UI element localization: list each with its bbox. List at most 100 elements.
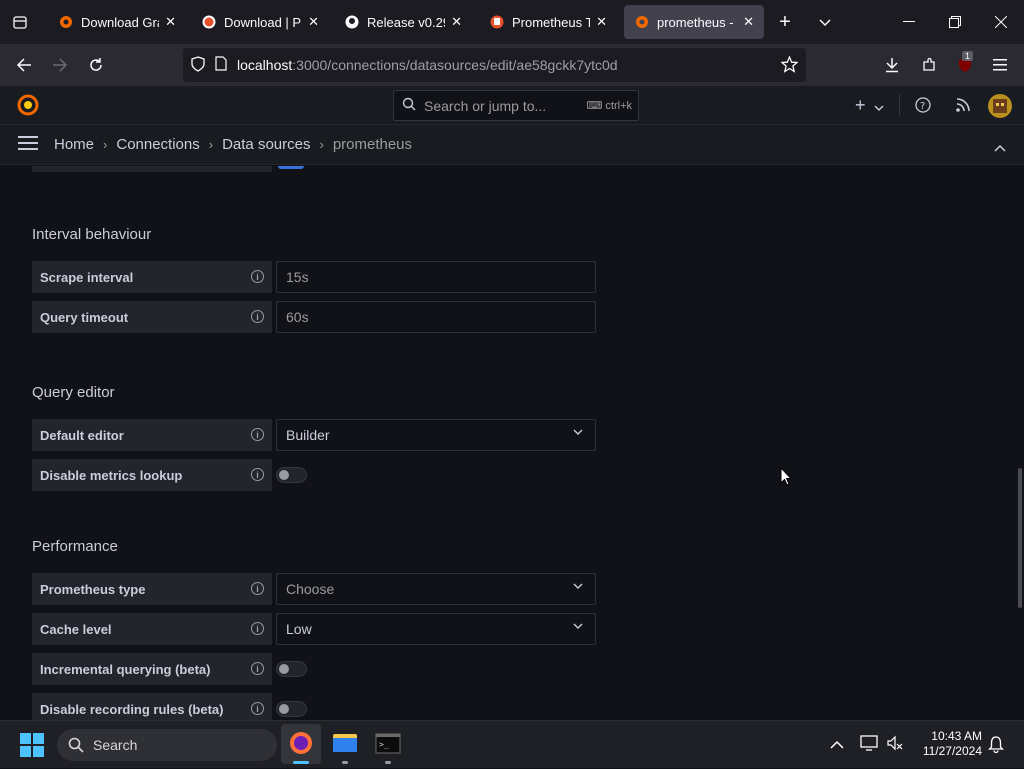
forward-icon[interactable]	[45, 50, 75, 80]
search-bar[interactable]: Search or jump to... ⌨ ctrl+k	[393, 90, 639, 121]
close-tab-icon[interactable]: ✕	[743, 14, 754, 30]
help-icon[interactable]: ?	[915, 97, 931, 118]
prometheus-type-select[interactable]: Choose	[276, 573, 596, 605]
back-icon[interactable]	[9, 50, 39, 80]
bookmark-star-icon[interactable]	[780, 55, 799, 76]
default-editor-select[interactable]: Builder	[276, 419, 596, 451]
menu-hamburger-icon[interactable]	[18, 135, 38, 154]
svg-text:>_: >_	[379, 740, 389, 749]
breadcrumb-home[interactable]: Home	[54, 136, 94, 153]
taskbar-search-box[interactable]: Search	[57, 729, 277, 761]
datasource-settings-content: Interval behaviour Scrape interval i 15s …	[0, 166, 1024, 720]
field-disable-recording-rules: Disable recording rules (beta) i	[32, 693, 596, 720]
taskbar-file-explorer[interactable]	[325, 724, 365, 764]
breadcrumb-connections[interactable]: Connections	[116, 136, 199, 153]
tab-prometheus-tinfoil[interactable]: Prometheus Tin ✕	[479, 5, 617, 39]
url-host: localhost	[237, 57, 293, 73]
network-volume-icon[interactable]	[886, 735, 904, 756]
taskbar-terminal[interactable]: >_	[368, 724, 408, 764]
downloads-icon[interactable]	[877, 50, 907, 80]
info-icon[interactable]: i	[251, 270, 264, 283]
section-title-query-editor: Query editor	[32, 384, 115, 401]
show-hidden-icons-chevron-icon[interactable]	[830, 737, 844, 755]
query-timeout-input[interactable]: 60s	[276, 301, 596, 333]
display-monitor-icon[interactable]	[860, 735, 878, 756]
tab-label: Download | Pror	[224, 14, 302, 30]
taskbar-search-label: Search	[93, 737, 138, 753]
url-path: :3000/connections/datasources/edit/ae58g…	[292, 57, 618, 73]
browser-nav-bar: localhost:3000/connections/datasources/e…	[0, 44, 1024, 86]
close-tab-icon[interactable]: ✕	[451, 14, 462, 30]
toggle-knob	[279, 704, 289, 714]
info-icon[interactable]: i	[251, 622, 264, 635]
field-label: Disable metrics lookup i	[32, 459, 272, 491]
minimize-icon[interactable]	[886, 0, 932, 44]
search-icon	[402, 97, 416, 114]
close-tab-icon[interactable]: ✕	[308, 14, 319, 30]
tab-download-grafana[interactable]: Download Grafa ✕	[48, 5, 186, 39]
toggle-knob	[279, 470, 289, 480]
field-label: Disable recording rules (beta) i	[32, 693, 272, 720]
taskbar-firefox[interactable]	[281, 724, 321, 764]
grafana-favicon-icon	[58, 14, 74, 30]
chevron-down-icon	[573, 427, 583, 439]
select-value: Low	[286, 621, 312, 637]
url-bar[interactable]: localhost:3000/connections/datasources/e…	[183, 48, 806, 82]
grafana-top-bar: Search or jump to... ⌨ ctrl+k + ?	[0, 86, 1024, 125]
grafana-logo-icon[interactable]	[16, 93, 40, 122]
info-icon[interactable]: i	[251, 582, 264, 595]
tab-prometheus-datasource[interactable]: prometheus - D ✕	[624, 5, 764, 39]
breadcrumb-separator-icon: ›	[319, 137, 324, 152]
windows-start-icon[interactable]	[20, 733, 44, 762]
shield-icon[interactable]	[191, 55, 205, 75]
search-icon	[68, 737, 84, 756]
avatar[interactable]	[988, 94, 1012, 118]
field-cache-level: Cache level i Low	[32, 613, 596, 645]
restore-icon[interactable]	[932, 0, 978, 44]
breadcrumb-data-sources[interactable]: Data sources	[222, 136, 310, 153]
section-title-performance: Performance	[32, 538, 118, 555]
chevron-down-icon	[573, 621, 583, 633]
cache-level-select[interactable]: Low	[276, 613, 596, 645]
terminal-icon: >_	[375, 733, 401, 764]
tab-download-prometheus[interactable]: Download | Pror ✕	[191, 5, 329, 39]
reload-icon[interactable]	[81, 50, 111, 80]
info-icon[interactable]: i	[251, 468, 264, 481]
page-info-icon[interactable]	[215, 56, 227, 74]
tab-label: Download Grafa	[81, 14, 159, 30]
incremental-querying-toggle[interactable]	[276, 661, 307, 677]
disable-metrics-lookup-toggle[interactable]	[276, 467, 307, 483]
prometheus-favicon-icon	[201, 14, 217, 30]
chevron-down-icon[interactable]	[874, 100, 884, 118]
notifications-bell-icon[interactable]	[987, 736, 1005, 758]
tab-label: Release v0.29.2 ·	[367, 14, 445, 30]
tab-release[interactable]: Release v0.29.2 · ✕	[334, 5, 472, 39]
close-window-icon[interactable]	[978, 0, 1024, 44]
tab-label: Prometheus Tin	[512, 14, 591, 30]
page-scrollbar[interactable]	[1018, 468, 1022, 608]
search-placeholder: Search or jump to...	[424, 97, 547, 114]
info-icon[interactable]: i	[251, 310, 264, 323]
tab-overview-icon[interactable]	[5, 7, 35, 37]
toggle-knob	[279, 664, 289, 674]
ublock-icon[interactable]: 1	[950, 50, 980, 80]
info-icon[interactable]: i	[251, 702, 264, 715]
info-icon[interactable]: i	[251, 428, 264, 441]
news-rss-icon[interactable]	[955, 97, 971, 118]
new-plus-icon[interactable]: +	[855, 95, 866, 116]
disable-recording-rules-toggle[interactable]	[276, 701, 307, 717]
app-menu-icon[interactable]	[985, 50, 1015, 80]
svg-text:?: ?	[920, 101, 925, 112]
system-clock[interactable]: 10:43 AM 11/27/2024	[914, 729, 982, 759]
close-tab-icon[interactable]: ✕	[165, 14, 176, 30]
breadcrumb-separator-icon: ›	[208, 137, 214, 152]
header-divider	[899, 94, 900, 116]
scrape-interval-input[interactable]: 15s	[276, 261, 596, 293]
info-icon[interactable]: i	[251, 662, 264, 675]
extensions-icon[interactable]	[914, 50, 944, 80]
breadcrumb-bar: Home › Connections › Data sources › prom…	[0, 125, 1024, 165]
close-tab-icon[interactable]: ✕	[596, 14, 607, 30]
collapse-chevron-up-icon[interactable]	[994, 139, 1006, 156]
list-tabs-chevron-icon[interactable]	[810, 7, 840, 37]
new-tab-icon[interactable]: +	[770, 7, 800, 37]
